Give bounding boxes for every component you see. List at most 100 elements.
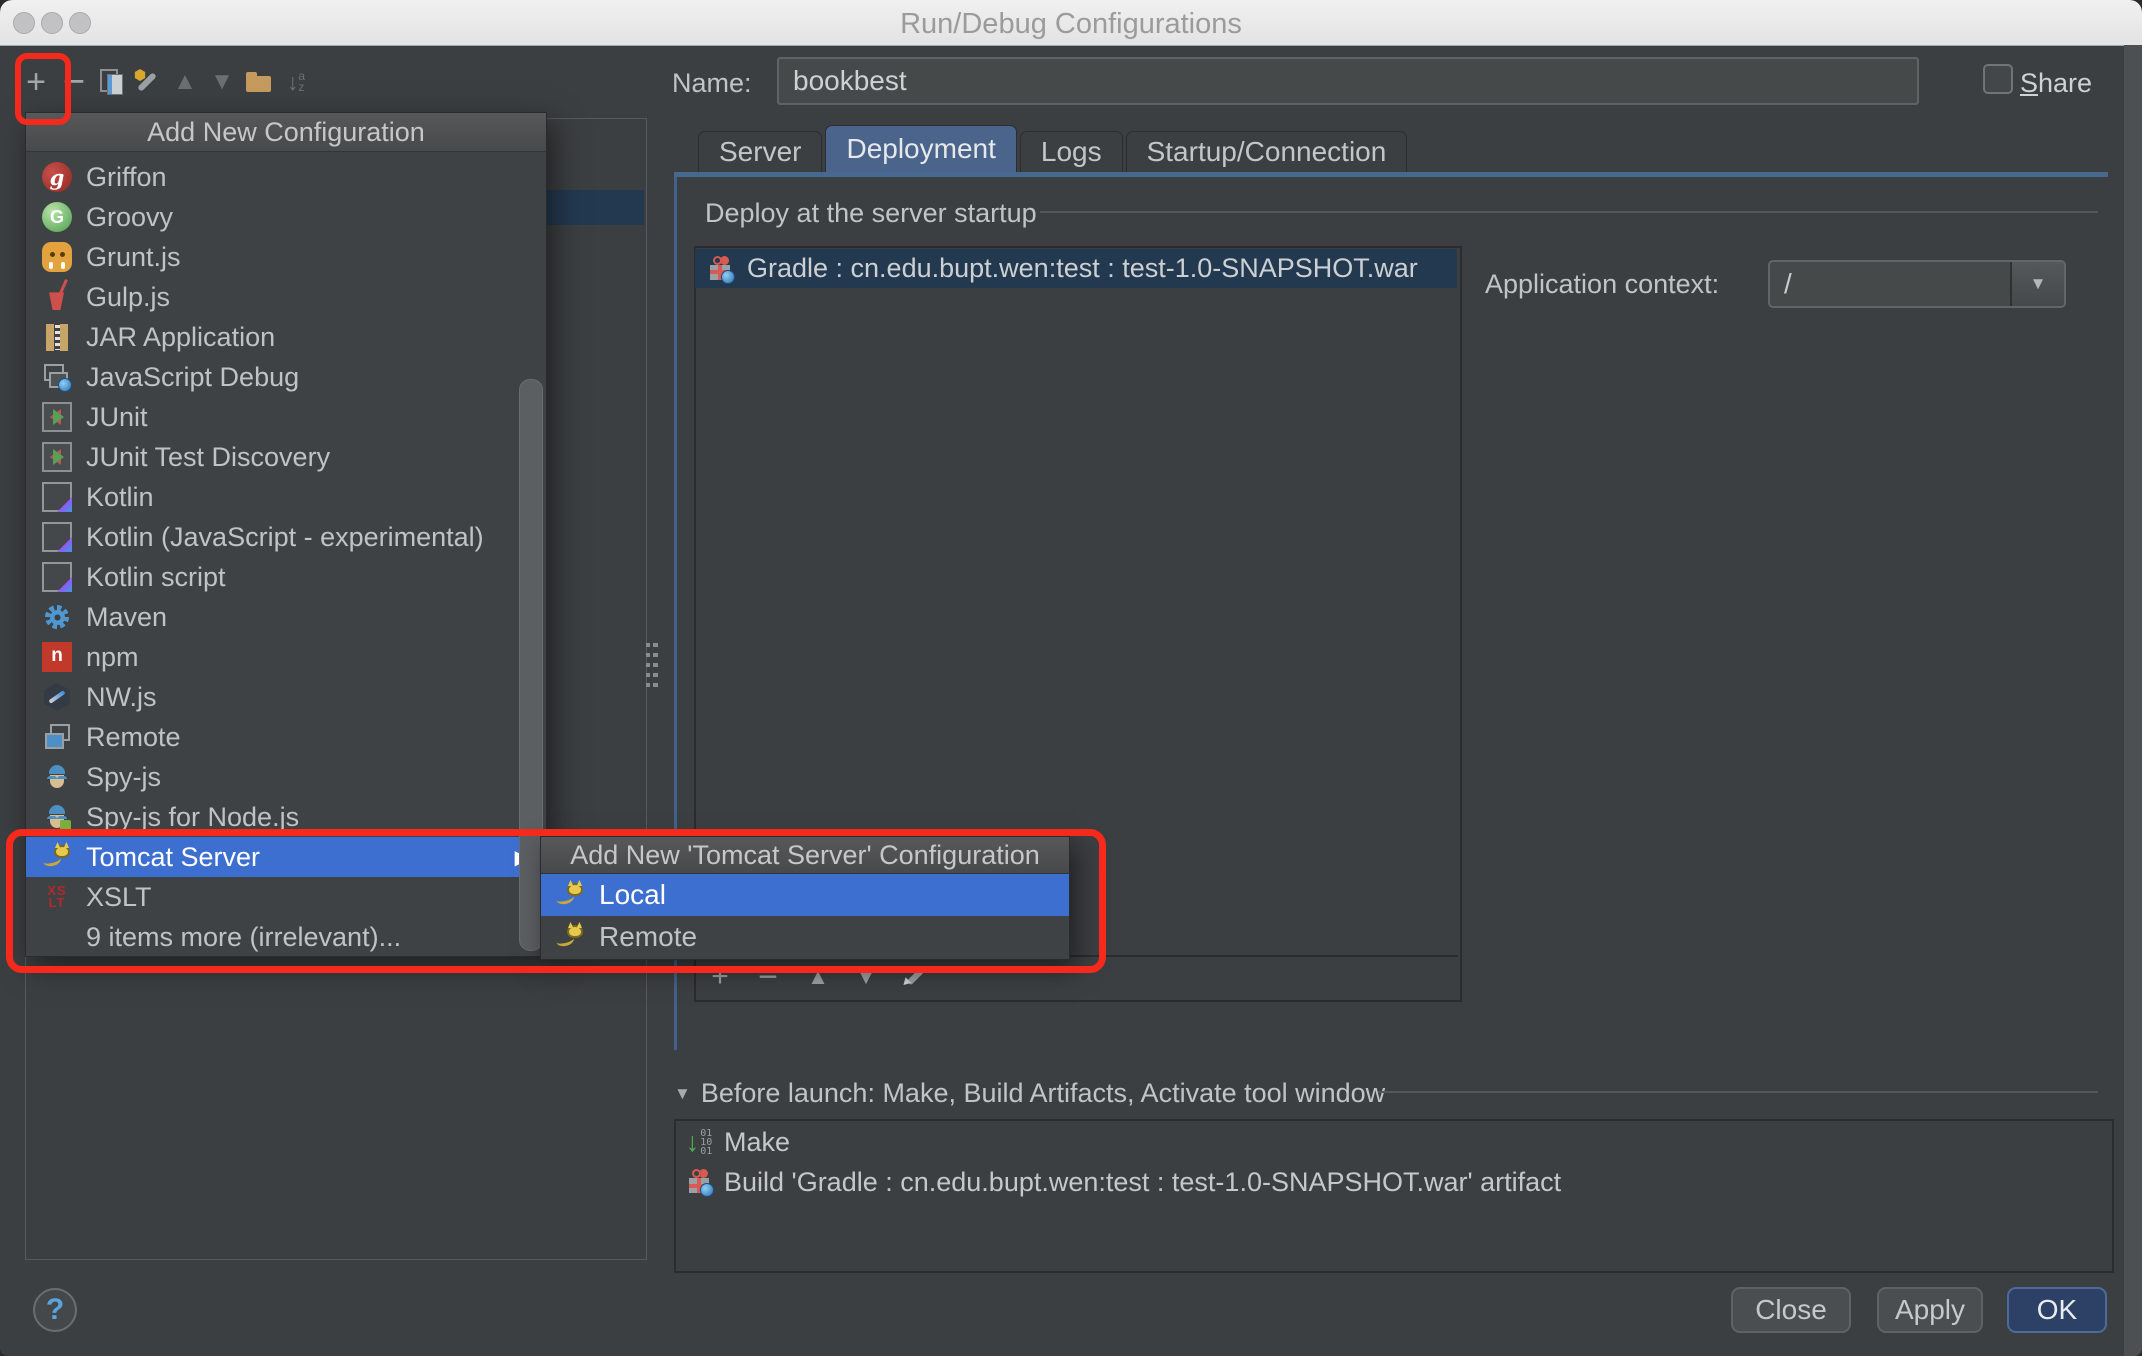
web-globe-icon — [700, 1183, 714, 1197]
tab-deployment[interactable]: Deployment — [825, 125, 1016, 172]
help-button[interactable]: ? — [33, 1288, 77, 1332]
share-label: Share — [2020, 68, 2092, 99]
menu-item-spy-js-node[interactable]: Spy-js for Node.js — [26, 797, 546, 837]
menu-item-groovy[interactable]: Groovy — [26, 197, 546, 237]
titlebar: Run/Debug Configurations — [0, 0, 2142, 46]
deployment-move-up-button[interactable]: ▲ — [798, 958, 838, 996]
kotlin-icon — [42, 522, 72, 552]
deployment-remove-button[interactable]: − — [748, 958, 788, 996]
move-up-button[interactable]: ▲ — [166, 62, 204, 102]
jar-icon — [42, 322, 72, 352]
menu-item-npm[interactable]: npm — [26, 637, 546, 677]
tomcat-icon — [555, 922, 585, 952]
kotlin-icon — [42, 482, 72, 512]
chevron-down-icon: ▼ — [2030, 274, 2047, 294]
kotlin-icon — [42, 562, 72, 592]
artifact-icon — [705, 254, 735, 284]
menu-item-javascript-debug[interactable]: JavaScript Debug — [26, 357, 546, 397]
dialog-scrollbar[interactable] — [2124, 45, 2142, 1356]
config-tabs: Server Deployment Logs Startup/Connectio… — [698, 126, 1407, 172]
menu-item-tomcat-server[interactable]: Tomcat Server▶ — [26, 837, 546, 877]
ok-button[interactable]: OK — [2007, 1287, 2107, 1333]
deploy-section-separator — [1040, 211, 2098, 213]
combo-dropdown-button[interactable]: ▼ — [2010, 262, 2064, 306]
before-launch-separator — [1378, 1091, 2098, 1093]
tab-logs[interactable]: Logs — [1020, 131, 1123, 172]
grunt-icon — [42, 242, 72, 272]
artifact-icon — [684, 1167, 714, 1197]
run-debug-configurations-dialog: Run/Debug Configurations + − ▲ ▼ Name: S… — [0, 0, 2142, 1356]
submenu-header: Add New 'Tomcat Server' Configuration — [541, 837, 1069, 874]
remove-configuration-button[interactable]: − — [55, 62, 93, 102]
popup-header: Add New Configuration — [26, 113, 546, 152]
groovy-icon — [42, 202, 72, 232]
junit-icon — [42, 402, 72, 432]
deployment-move-down-button[interactable]: ▼ — [846, 958, 886, 996]
menu-item-more[interactable]: 9 items more (irrelevant)... — [26, 917, 546, 957]
menu-item-kotlin[interactable]: Kotlin — [26, 477, 546, 517]
sort-az-icon — [281, 67, 311, 97]
folder-icon — [243, 67, 273, 97]
deploy-section-title: Deploy at the server startup — [705, 198, 1037, 229]
web-globe-icon — [721, 270, 735, 284]
before-launch-title: Before launch: Make, Build Artifacts, Ac… — [701, 1078, 1385, 1109]
application-context-label: Application context: — [1485, 269, 1719, 300]
name-input[interactable] — [777, 57, 1919, 105]
name-label: Name: — [672, 68, 752, 99]
menu-item-junit[interactable]: JUnit — [26, 397, 546, 437]
artifact-label: Gradle : cn.edu.bupt.wen:test : test-1.0… — [747, 253, 1418, 284]
menu-item-nwjs[interactable]: NW.js — [26, 677, 546, 717]
apply-button[interactable]: Apply — [1877, 1287, 1983, 1333]
edit-defaults-button[interactable] — [128, 62, 166, 102]
menu-item-remote[interactable]: Remote — [26, 717, 546, 757]
tab-startup-connection[interactable]: Startup/Connection — [1126, 131, 1408, 172]
collapse-icon: ▼ — [674, 1084, 691, 1104]
spy-node-icon — [42, 802, 72, 832]
application-context-value: / — [1770, 268, 2010, 300]
application-context-combo[interactable]: / ▼ — [1768, 260, 2066, 308]
panel-splitter-handle[interactable] — [646, 643, 658, 691]
add-new-configuration-popup: Add New Configuration Griffon Groovy Gru… — [25, 112, 547, 957]
tab-underline — [674, 172, 2108, 177]
nwjs-icon — [42, 682, 72, 712]
deployment-artifact-row[interactable]: Gradle : cn.edu.bupt.wen:test : test-1.0… — [695, 249, 1457, 288]
menu-item-xslt[interactable]: XSLT — [26, 877, 546, 917]
tomcat-server-submenu: Add New 'Tomcat Server' Configuration Lo… — [540, 836, 1070, 960]
tomcat-icon — [42, 842, 72, 872]
menu-item-maven[interactable]: Maven — [26, 597, 546, 637]
javascript-debug-icon — [42, 362, 72, 392]
npm-icon — [42, 642, 72, 672]
before-launch-header[interactable]: ▼ Before launch: Make, Build Artifacts, … — [674, 1078, 1385, 1109]
menu-item-spy-js[interactable]: Spy-js — [26, 757, 546, 797]
menu-item-jar-application[interactable]: JAR Application — [26, 317, 546, 357]
menu-item-kotlin-script[interactable]: Kotlin script — [26, 557, 546, 597]
before-launch-item-build-artifact[interactable]: Build 'Gradle : cn.edu.bupt.wen:test : t… — [676, 1162, 2104, 1202]
share-checkbox[interactable] — [1983, 64, 2013, 94]
close-button[interactable]: Close — [1731, 1287, 1851, 1333]
maven-icon — [42, 602, 72, 632]
menu-item-gulp[interactable]: Gulp.js — [26, 277, 546, 317]
spy-icon — [42, 762, 72, 792]
deployment-add-button[interactable]: + — [700, 958, 740, 996]
tomcat-icon — [555, 880, 585, 910]
copy-configuration-button[interactable] — [92, 62, 130, 102]
menu-item-kotlin-javascript[interactable]: Kotlin (JavaScript - experimental) — [26, 517, 546, 557]
pencil-icon — [899, 962, 929, 992]
tab-server[interactable]: Server — [698, 131, 822, 172]
deployment-edit-button[interactable] — [894, 958, 934, 996]
menu-item-junit-test-discovery[interactable]: JUnit Test Discovery — [26, 437, 546, 477]
web-globe-icon — [58, 378, 72, 392]
submenu-item-remote[interactable]: Remote — [541, 916, 1069, 958]
menu-item-grunt[interactable]: Grunt.js — [26, 237, 546, 277]
question-mark-icon: ? — [46, 1293, 64, 1327]
make-icon — [684, 1127, 714, 1157]
before-launch-item-make[interactable]: Make — [676, 1122, 2104, 1162]
move-down-button[interactable]: ▼ — [203, 62, 241, 102]
menu-item-griffon[interactable]: Griffon — [26, 157, 546, 197]
create-folder-button[interactable] — [239, 62, 277, 102]
copy-icon — [96, 67, 126, 97]
wrench-icon — [132, 67, 162, 97]
sort-configurations-button[interactable] — [277, 62, 315, 102]
submenu-item-local[interactable]: Local — [541, 874, 1069, 916]
add-configuration-button[interactable]: + — [17, 62, 55, 102]
